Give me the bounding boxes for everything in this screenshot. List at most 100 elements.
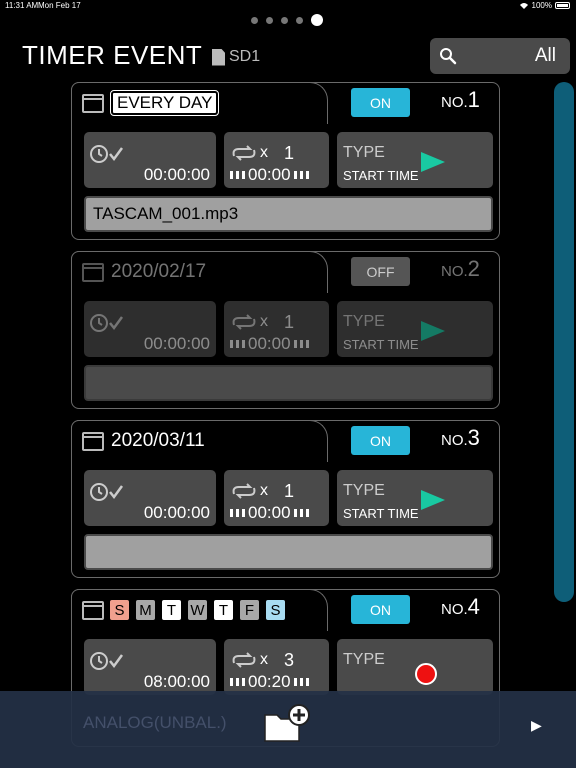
sd-card-icon (212, 48, 225, 66)
calendar-icon (82, 93, 104, 113)
repeat-multiplier: x (260, 651, 268, 668)
duration-value: 00:00 (248, 334, 291, 353)
type-tile[interactable]: TYPE START TIME (337, 301, 493, 357)
start-time-value: 00:00:00 (143, 334, 210, 353)
event-schedule[interactable]: EVERY DAY (82, 90, 220, 116)
day-friday[interactable]: F (239, 599, 260, 621)
file-field[interactable] (84, 365, 493, 401)
clock-check-icon (90, 314, 124, 332)
storage-indicator: SD1 (212, 48, 260, 66)
event-on-switch[interactable]: ON (351, 595, 410, 624)
event-schedule[interactable]: 2020/03/11 (82, 428, 205, 454)
repeat-tile[interactable]: x 1 00:00 (224, 470, 329, 526)
timer-event-2[interactable]: 2020/02/17 OFF NO.2 00:00:00 x 1 00:00 T… (71, 251, 500, 409)
duration-value: 00:00 (248, 165, 291, 184)
event-number-prefix: NO. (441, 263, 468, 280)
play-triangle-icon[interactable]: ▶ (531, 717, 542, 734)
event-number-value: 3 (467, 425, 480, 450)
clock-check-icon (90, 483, 124, 501)
page-indicator[interactable] (251, 14, 323, 26)
repeat-icon (232, 483, 256, 499)
record-icon (415, 663, 437, 685)
event-number-prefix: NO. (441, 94, 468, 111)
storage-label: SD1 (229, 48, 261, 65)
bars-icon (230, 678, 245, 686)
page-dot-active[interactable] (311, 14, 323, 26)
repeat-tile[interactable]: x 1 00:00 (224, 301, 329, 357)
repeat-count: 1 (284, 481, 295, 501)
schedule-date: 2020/02/17 (111, 261, 207, 282)
event-off-switch[interactable]: OFF (351, 257, 410, 286)
file-field[interactable] (84, 534, 493, 570)
day-saturday[interactable]: S (265, 599, 286, 621)
type-tile[interactable]: TYPE START TIME (337, 132, 493, 188)
calendar-icon (82, 431, 104, 451)
page-dot[interactable] (266, 16, 273, 24)
scrollbar[interactable] (554, 82, 574, 602)
bottom-toolbar: ANALOG(UNBAL.) ▶ (0, 691, 576, 768)
repeat-count: 1 (284, 312, 295, 332)
schedule-every-day: EVERY DAY (109, 90, 220, 116)
repeat-multiplier: x (260, 482, 268, 499)
duration: 00:00 (230, 165, 309, 185)
page-title: TIMER EVENT (22, 40, 203, 70)
type-value: START TIME (343, 168, 419, 183)
schedule-date: 2020/03/11 (111, 430, 205, 451)
type-label: TYPE (343, 651, 385, 668)
type-tile[interactable]: TYPE (337, 639, 493, 695)
file-field[interactable]: TASCAM_001.mp3 (84, 196, 493, 232)
play-icon (421, 490, 445, 510)
duration: 00:00 (230, 334, 309, 354)
duration: 00:00 (230, 503, 309, 523)
day-sunday[interactable]: S (109, 599, 130, 621)
start-time-tile[interactable]: 00:00:00 (84, 470, 216, 526)
timer-event-3[interactable]: 2020/03/11 ON NO.3 00:00:00 x 1 00:00 TY… (71, 420, 500, 578)
bars-icon (230, 171, 245, 179)
status-time: 11:31 AM (5, 1, 39, 10)
bars-icon (293, 340, 309, 348)
repeat-multiplier: x (260, 144, 268, 161)
page-dot[interactable] (251, 16, 258, 24)
calendar-icon (82, 600, 104, 620)
magnifier-icon (440, 48, 457, 65)
type-tile[interactable]: TYPE START TIME (337, 470, 493, 526)
bars-icon (293, 509, 309, 517)
event-on-switch[interactable]: ON (351, 426, 410, 455)
event-schedule[interactable]: 2020/02/17 (82, 259, 206, 285)
status-right: 100% (519, 1, 570, 10)
folder-plus-icon[interactable] (263, 701, 313, 745)
battery-percent: 100% (531, 1, 552, 10)
event-number: NO.4 (441, 594, 480, 620)
duration: 00:20 (230, 672, 309, 692)
timer-event-1[interactable]: EVERY DAY ON NO.1 00:00:00 x 1 00:00 TYP… (71, 82, 500, 240)
day-monday[interactable]: M (135, 599, 156, 621)
page-dot[interactable] (296, 16, 303, 24)
bars-icon (293, 171, 309, 179)
start-time-value: 00:00:00 (143, 503, 210, 522)
repeat-tile[interactable]: x 1 00:00 (224, 132, 329, 188)
calendar-icon (82, 262, 104, 282)
wifi-icon (519, 2, 528, 9)
repeat-icon (232, 145, 256, 161)
start-time-tile[interactable]: 00:00:00 (84, 301, 216, 357)
event-on-switch[interactable]: ON (351, 88, 410, 117)
event-number: NO.1 (441, 87, 480, 113)
day-thursday[interactable]: T (213, 599, 234, 621)
event-number-value: 2 (467, 256, 480, 281)
play-icon (421, 321, 445, 341)
event-schedule[interactable]: S M T W T F S (82, 597, 286, 623)
event-number-value: 4 (467, 594, 480, 619)
bars-icon (230, 340, 245, 348)
repeat-tile[interactable]: x 3 00:20 (224, 639, 329, 695)
type-label: TYPE (343, 313, 385, 330)
repeat-count: 3 (284, 650, 295, 670)
repeat-icon (232, 652, 256, 668)
day-wednesday[interactable]: W (187, 599, 208, 621)
start-time-tile[interactable]: 08:00:00 (84, 639, 216, 695)
filter-search-button[interactable]: All (430, 38, 570, 74)
page-dot[interactable] (281, 16, 288, 24)
filter-label: All (534, 45, 556, 66)
day-tuesday[interactable]: T (161, 599, 182, 621)
battery-icon (555, 2, 570, 9)
start-time-tile[interactable]: 00:00:00 (84, 132, 216, 188)
